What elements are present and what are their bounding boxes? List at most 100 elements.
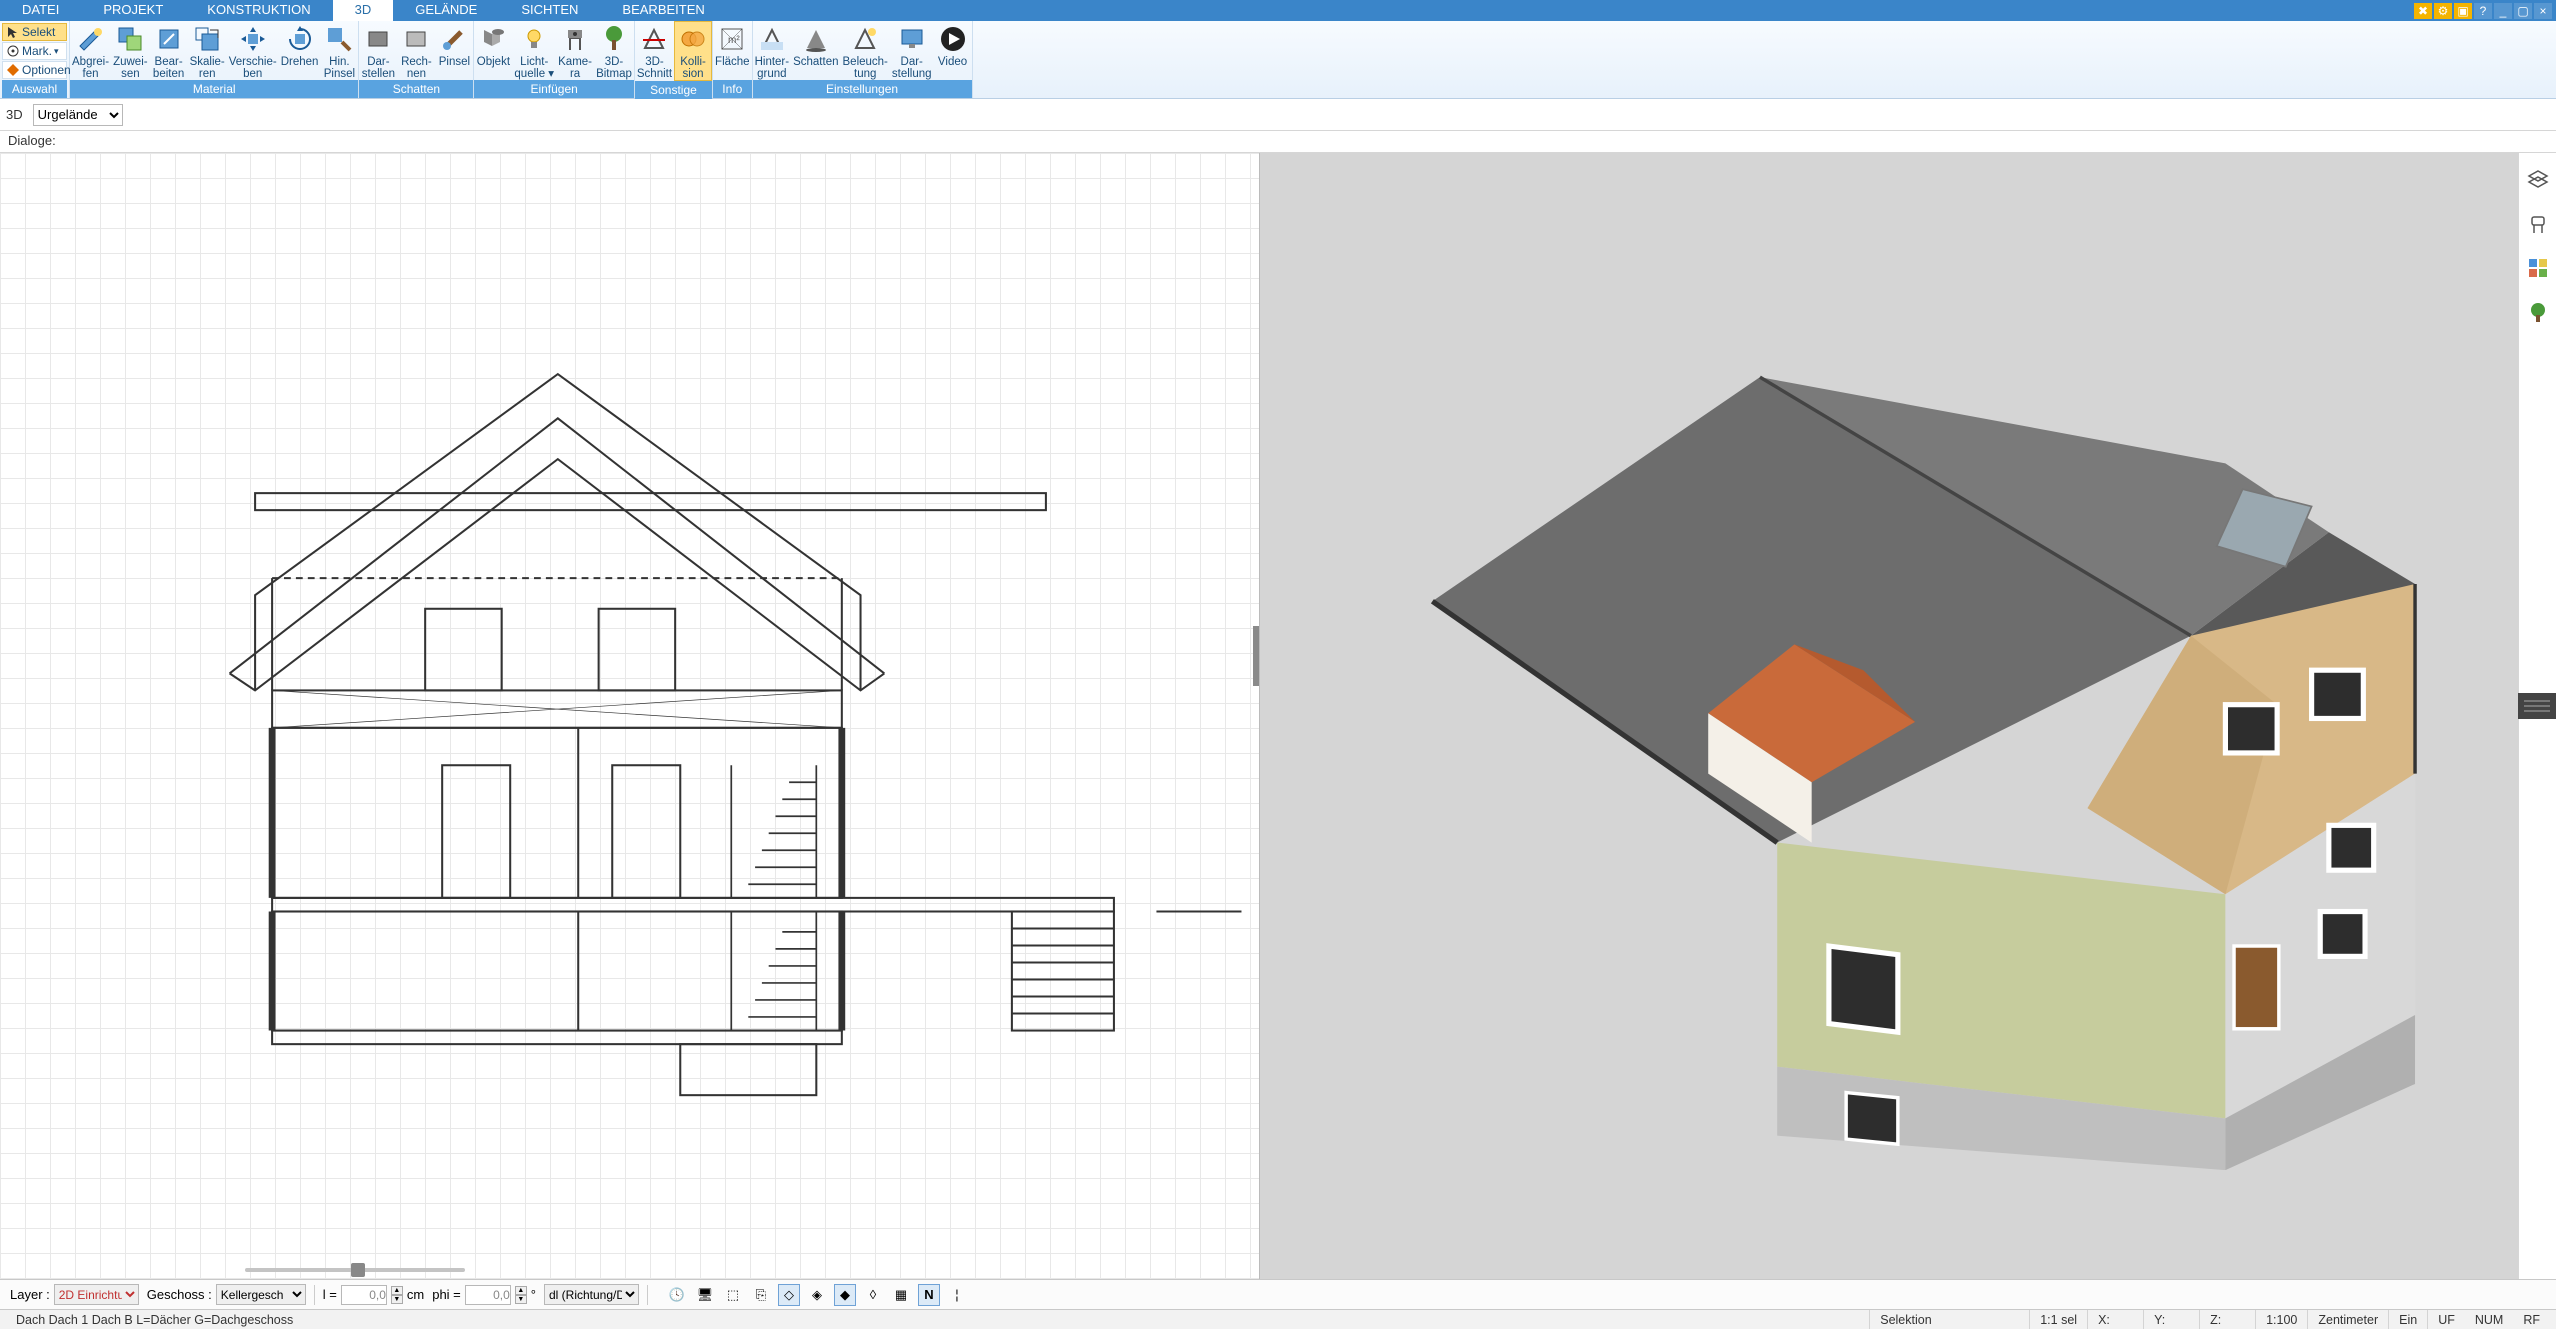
kamera-button[interactable]: Kame- ra: [556, 21, 594, 80]
tab-sichten[interactable]: SICHTEN: [499, 0, 600, 21]
select-tool[interactable]: Selekt: [2, 23, 67, 41]
house-3d-render: [1260, 153, 2518, 1170]
screen-icon[interactable]: 🖥: [694, 1284, 716, 1306]
layer-select[interactable]: 2D Einrichtu: [54, 1284, 139, 1305]
close-icon[interactable]: ×: [2534, 3, 2552, 19]
l-unit: cm: [407, 1287, 424, 1302]
rechnen-label: Rech- nen: [401, 56, 432, 80]
kollision-button[interactable]: Kolli- sion: [674, 21, 712, 81]
phi-input[interactable]: [465, 1285, 511, 1305]
copy-icon[interactable]: ⎘: [750, 1284, 772, 1306]
drehen-label: Drehen: [281, 56, 319, 68]
video-button[interactable]: Video: [934, 21, 972, 80]
snap3-icon[interactable]: ◆: [834, 1284, 856, 1306]
3d-schnitt-button[interactable]: 3D- Schnitt: [635, 21, 674, 81]
tab-konstruktion[interactable]: KONSTRUKTION: [185, 0, 332, 21]
settings-icon[interactable]: ⚙: [2434, 3, 2452, 19]
beleuchtung-button[interactable]: Beleuch- tung: [841, 21, 890, 80]
snap2-icon[interactable]: ◈: [806, 1284, 828, 1306]
n-icon[interactable]: N: [918, 1284, 940, 1306]
snap4-icon[interactable]: ◊: [862, 1284, 884, 1306]
darstellen-icon: [363, 24, 393, 54]
phi-spinner[interactable]: ▲▼: [515, 1286, 527, 1304]
flaeche-button[interactable]: m²Fläche: [713, 21, 752, 80]
objekt-button[interactable]: Objekt: [474, 21, 512, 80]
l-spinner[interactable]: ▲▼: [391, 1286, 403, 1304]
kamera-label: Kame- ra: [558, 56, 592, 80]
status-left: Dach Dach 1 Dach B L=Dächer G=Dachgescho…: [6, 1310, 1870, 1329]
terrain-select[interactable]: Urgelände: [33, 104, 123, 126]
3d-schnitt-label: 3D- Schnitt: [637, 56, 672, 80]
palette-icon[interactable]: [2525, 255, 2551, 281]
flaeche-icon: m²: [717, 24, 747, 54]
tree-icon[interactable]: [2525, 299, 2551, 325]
history-icon[interactable]: 🕓: [666, 1284, 688, 1306]
status-x: X:: [2088, 1310, 2144, 1329]
3d-viewport[interactable]: [1260, 153, 2519, 1279]
mark-tool[interactable]: Mark.▾: [2, 42, 67, 60]
viewport-splitter[interactable]: [1253, 626, 1260, 686]
tab-projekt[interactable]: PROJEKT: [81, 0, 185, 21]
3d-schnitt-icon: [639, 24, 669, 54]
group-label-auswahl: Auswahl: [2, 80, 67, 98]
lichtquelle-button[interactable]: Licht- quelle ▾: [512, 21, 556, 80]
schatten-einst-icon: [801, 24, 831, 54]
tools-icon[interactable]: ✖: [2414, 3, 2432, 19]
mark-label: Mark.: [22, 44, 52, 58]
l-label: l =: [323, 1287, 337, 1302]
pinsel-label: Pinsel: [439, 56, 470, 68]
status-units: Zentimeter: [2308, 1310, 2389, 1329]
maximize-icon[interactable]: ▢: [2514, 3, 2532, 19]
group-label-info: Info: [713, 80, 752, 98]
abgreifen-button[interactable]: Abgrei- fen: [70, 21, 111, 80]
l-input[interactable]: [341, 1285, 387, 1305]
hin-pinsel-button[interactable]: Hin. Pinsel: [320, 21, 358, 80]
tab-datei[interactable]: DATEI: [0, 0, 81, 21]
window-icon[interactable]: ▣: [2454, 3, 2472, 19]
group-label-material: Material: [70, 80, 358, 98]
geschoss-select[interactable]: Kellergesch: [216, 1284, 306, 1305]
dl-select[interactable]: dl (Richtung/Di: [544, 1284, 639, 1305]
grid-icon[interactable]: ▦: [890, 1284, 912, 1306]
rechnen-icon: [401, 24, 431, 54]
skalieren-button[interactable]: Skalie- ren: [188, 21, 227, 80]
status-ein: Ein: [2389, 1310, 2428, 1329]
chair-icon[interactable]: [2525, 211, 2551, 237]
verschieben-button[interactable]: Verschie- ben: [227, 21, 279, 80]
abgreifen-icon: [76, 24, 106, 54]
drehen-button[interactable]: Drehen: [279, 21, 321, 80]
minimize-icon[interactable]: _: [2494, 3, 2512, 19]
zoom-slider[interactable]: [245, 1265, 465, 1275]
layers-icon[interactable]: [2525, 167, 2551, 193]
status-scale: 1:100: [2256, 1310, 2308, 1329]
mode-label: 3D: [6, 107, 23, 122]
tab-gelaende[interactable]: GELÄNDE: [393, 0, 499, 21]
group-icon[interactable]: ⬚: [722, 1284, 744, 1306]
bottom-toolbar: Layer : 2D Einrichtu Geschoss : Kellerge…: [0, 1279, 2556, 1309]
2d-viewport[interactable]: [0, 153, 1260, 1279]
hintergrund-label: Hinter- grund: [755, 56, 790, 80]
zuweisen-button[interactable]: Zuwei- sen: [111, 21, 150, 80]
options-tool[interactable]: Optionen: [2, 61, 67, 79]
dock-handle[interactable]: [2518, 693, 2556, 719]
rechnen-button[interactable]: Rech- nen: [397, 21, 435, 80]
schatten-einst-button[interactable]: Schatten: [791, 21, 840, 80]
snap1-icon[interactable]: ◇: [778, 1284, 800, 1306]
status-bar: Dach Dach 1 Dach B L=Dächer G=Dachgescho…: [0, 1309, 2556, 1329]
menubar: DATEI PROJEKT KONSTRUKTION 3D GELÄNDE SI…: [0, 0, 2556, 21]
darstellung-button[interactable]: Dar- stellung: [890, 21, 934, 80]
darstellen-button[interactable]: Dar- stellen: [359, 21, 397, 80]
drehen-icon: [285, 24, 315, 54]
kollision-icon: [678, 24, 708, 54]
info-icon[interactable]: ¦: [946, 1284, 968, 1306]
right-dock: [2518, 153, 2556, 1279]
workspace: [0, 153, 2556, 1279]
tab-bearbeiten[interactable]: BEARBEITEN: [600, 0, 726, 21]
tab-3d[interactable]: 3D: [333, 0, 394, 21]
bearbeiten-button[interactable]: Bear- beiten: [150, 21, 188, 80]
3d-bitmap-button[interactable]: 3D- Bitmap: [594, 21, 634, 80]
schatten-einst-label: Schatten: [793, 56, 838, 68]
pinsel-button[interactable]: Pinsel: [435, 21, 473, 80]
hintergrund-button[interactable]: Hinter- grund: [753, 21, 792, 80]
help-icon[interactable]: ?: [2474, 3, 2492, 19]
